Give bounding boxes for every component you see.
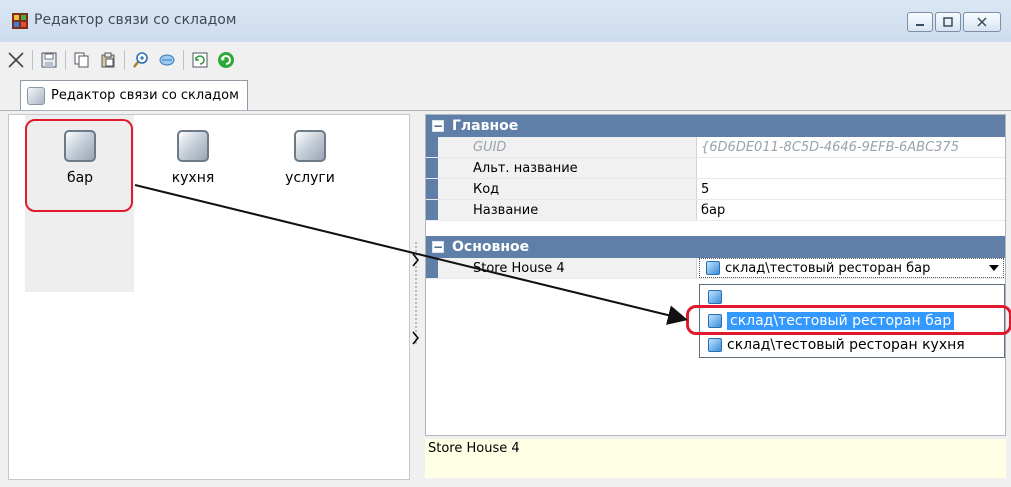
property-name: Название bbox=[438, 200, 697, 220]
category-basic[interactable]: − Основное bbox=[426, 236, 1005, 258]
dropdown-option-empty[interactable] bbox=[702, 287, 1002, 307]
row-gutter bbox=[426, 179, 438, 199]
item-label: кухня bbox=[171, 170, 215, 186]
refresh-page-button[interactable] bbox=[190, 50, 210, 70]
property-name: GUID bbox=[438, 137, 697, 157]
chevron-down-icon[interactable] bbox=[989, 265, 999, 271]
toolbar bbox=[6, 45, 1006, 75]
property-name: Код bbox=[438, 179, 697, 199]
paste-button[interactable] bbox=[98, 50, 118, 70]
property-row-alt-name[interactable]: Альт. название bbox=[426, 158, 1005, 179]
store-combobox[interactable]: склад\тестовый ресторан бар bbox=[699, 258, 1004, 278]
item-kitchen[interactable]: кухня bbox=[153, 130, 233, 186]
save-button[interactable] bbox=[39, 50, 59, 70]
splitter-handle[interactable] bbox=[411, 240, 421, 348]
window-controls bbox=[907, 12, 1001, 32]
toolbar-separator bbox=[65, 50, 66, 70]
app-icon bbox=[12, 13, 28, 29]
tab-page-icon bbox=[27, 87, 45, 105]
refresh-green-icon bbox=[218, 52, 234, 68]
filter-icon bbox=[159, 54, 175, 66]
property-value: {6D6DE011-8C5D-4646-9EFB-6ABC375 bbox=[701, 139, 959, 155]
editor-window: Редактор связи со складом Редактор связи… bbox=[0, 0, 1011, 487]
property-row-name[interactable]: Название бар bbox=[426, 200, 1005, 221]
refresh-page-icon bbox=[192, 52, 208, 68]
toolbar-separator bbox=[124, 50, 125, 70]
department-icon bbox=[177, 130, 209, 162]
property-value[interactable]: бар bbox=[698, 200, 1005, 220]
property-row-code[interactable]: Код 5 bbox=[426, 179, 1005, 200]
item-services[interactable]: услуги bbox=[270, 130, 350, 186]
close-x-icon bbox=[8, 52, 24, 68]
maximize-icon bbox=[943, 17, 953, 27]
property-row-guid[interactable]: GUID {6D6DE011-8C5D-4646-9EFB-6ABC375 bbox=[426, 137, 1005, 158]
zoom-icon bbox=[133, 52, 148, 68]
close-icon bbox=[977, 17, 987, 27]
copy-icon bbox=[74, 52, 89, 68]
row-gutter bbox=[426, 200, 438, 220]
title-bar: Редактор связи со складом bbox=[0, 0, 1011, 42]
category-label: Основное bbox=[452, 239, 530, 255]
item-label: услуги bbox=[285, 170, 335, 186]
warehouse-icon bbox=[706, 261, 720, 275]
department-icon bbox=[294, 130, 326, 162]
annotation-ring-option bbox=[686, 305, 1011, 335]
collapse-icon[interactable]: − bbox=[432, 241, 444, 253]
refresh-button[interactable] bbox=[216, 50, 236, 70]
property-value[interactable] bbox=[698, 158, 1005, 178]
property-value[interactable]: 5 bbox=[698, 179, 1005, 199]
row-gutter bbox=[426, 258, 438, 278]
combobox-value: склад\тестовый ресторан бар bbox=[725, 260, 931, 276]
property-grid: − Главное GUID {6D6DE011-8C5D-4646-9EFB-… bbox=[425, 114, 1006, 436]
row-gutter bbox=[426, 137, 438, 157]
category-main[interactable]: − Главное bbox=[426, 115, 1005, 137]
delete-button[interactable] bbox=[6, 50, 26, 70]
property-description: Store House 4 bbox=[425, 439, 1006, 478]
paste-icon bbox=[101, 52, 115, 68]
close-window-button[interactable] bbox=[963, 12, 1001, 32]
collapse-icon[interactable]: − bbox=[432, 120, 444, 132]
annotation-ring-item bbox=[25, 119, 133, 212]
warehouse-icon bbox=[708, 290, 722, 304]
minimize-button[interactable] bbox=[907, 12, 933, 32]
copy-button[interactable] bbox=[72, 50, 92, 70]
save-icon bbox=[41, 52, 57, 68]
tab-bar: Редактор связи со складом bbox=[0, 80, 1011, 111]
property-name: Альт. название bbox=[438, 158, 697, 178]
row-gutter bbox=[426, 158, 438, 178]
option-label: склад\тестовый ресторан кухня bbox=[727, 337, 965, 353]
property-name: Store House 4 bbox=[438, 258, 697, 278]
minimize-icon bbox=[916, 24, 924, 26]
category-label: Главное bbox=[452, 118, 519, 134]
window-title: Редактор связи со складом bbox=[34, 12, 237, 28]
warehouse-icon bbox=[708, 338, 722, 352]
maximize-button[interactable] bbox=[935, 12, 961, 32]
toolbar-separator bbox=[183, 50, 184, 70]
toolbar-separator bbox=[32, 50, 33, 70]
property-row-store-house[interactable]: Store House 4 склад\тестовый ресторан ба… bbox=[426, 258, 1005, 279]
find-button[interactable] bbox=[131, 50, 151, 70]
tab-editor[interactable]: Редактор связи со складом bbox=[20, 80, 248, 110]
filter-button[interactable] bbox=[157, 50, 177, 70]
tab-label: Редактор связи со складом bbox=[51, 88, 239, 103]
dropdown-option-kitchen[interactable]: склад\тестовый ресторан кухня bbox=[702, 335, 1002, 355]
